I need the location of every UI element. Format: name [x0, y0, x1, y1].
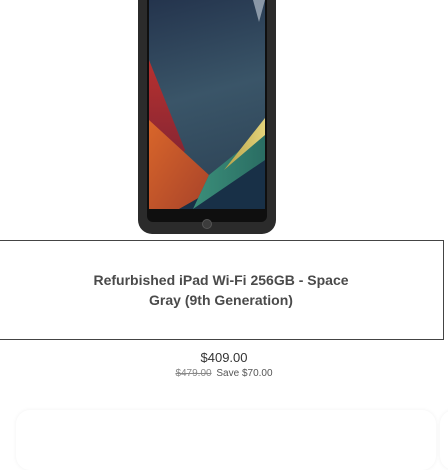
camera-dot: [202, 219, 212, 229]
product-image-area[interactable]: [0, 0, 448, 240]
next-product-card-edge[interactable]: [440, 410, 448, 470]
product-image[interactable]: [138, 0, 276, 234]
product-price: $409.00: [200, 350, 248, 365]
original-price: $479.00: [175, 368, 212, 379]
price-savings-row: $479.00 Save $70.00: [0, 368, 448, 379]
next-product-card[interactable]: [16, 410, 436, 470]
product-title-link[interactable]: Refurbished iPad Wi-Fi 256GB - Space Gra…: [0, 240, 444, 340]
savings-label: Save $70.00: [216, 368, 273, 379]
ipad-screen-wallpaper: [149, 0, 265, 209]
wallpaper-graphic: [149, 0, 265, 209]
product-title[interactable]: Refurbished iPad Wi-Fi 256GB - Space Gra…: [91, 270, 351, 310]
